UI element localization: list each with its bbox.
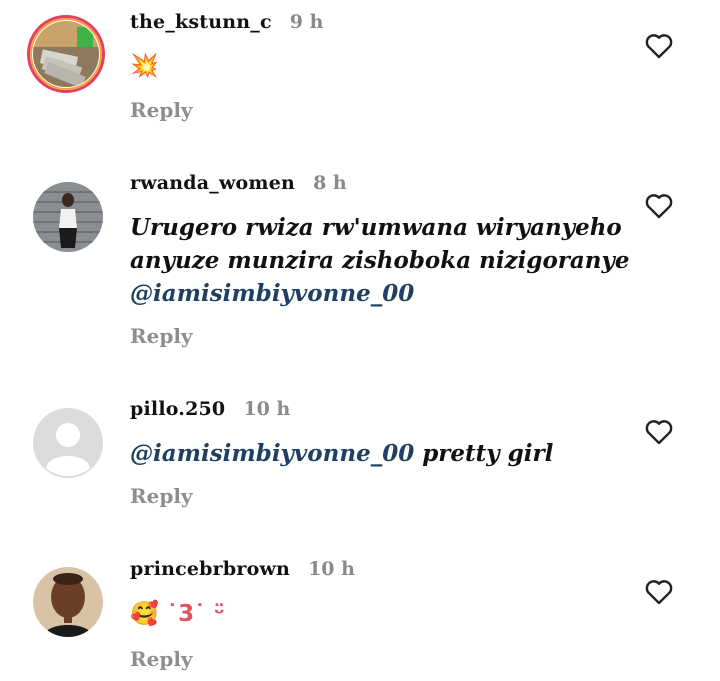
reply-button[interactable]: Reply bbox=[130, 98, 193, 122]
reply-button[interactable]: Reply bbox=[130, 647, 193, 671]
avatar-photo bbox=[33, 182, 103, 252]
reply-button[interactable]: Reply bbox=[130, 324, 193, 348]
timestamp: 10 h bbox=[308, 558, 355, 580]
comment-text-line: anyuze munzira zishoboka nizigoranye bbox=[130, 247, 630, 274]
comment-item: the_kstunn_c 9 h 💥 Reply bbox=[0, 0, 720, 150]
comment-meta: pillo.250 10 h bbox=[130, 398, 290, 420]
username[interactable]: rwanda_women bbox=[130, 172, 295, 194]
reply-button[interactable]: Reply bbox=[130, 484, 193, 508]
comment-text: 💥 bbox=[130, 53, 159, 79]
username[interactable]: princebrbrown bbox=[130, 558, 290, 580]
username[interactable]: the_kstunn_c bbox=[130, 11, 272, 33]
comment-text-content: pretty girl bbox=[414, 440, 554, 467]
avatar[interactable] bbox=[27, 15, 105, 93]
heart-outline-icon[interactable] bbox=[642, 414, 676, 448]
username[interactable]: pillo.250 bbox=[130, 398, 225, 420]
comment-text: 🥰 ˙3˙ ᵕ̈ bbox=[130, 601, 225, 627]
timestamp: 10 h bbox=[243, 398, 291, 420]
comment-text: Urugero rwiza rw'umwana wiryanyeho anyuz… bbox=[130, 211, 630, 310]
timestamp: 8 h bbox=[313, 172, 347, 194]
comment-meta: rwanda_women 8 h bbox=[130, 172, 347, 194]
heart-outline-icon[interactable] bbox=[642, 574, 676, 608]
heart-outline-icon[interactable] bbox=[642, 188, 676, 222]
avatar[interactable] bbox=[33, 408, 103, 478]
mention-link[interactable]: @iamisimbiyvonne_00 bbox=[130, 277, 630, 310]
comment-meta: the_kstunn_c 9 h bbox=[130, 11, 323, 33]
heart-outline-icon[interactable] bbox=[642, 28, 676, 62]
mention-link[interactable]: @iamisimbiyvonne_00 bbox=[130, 440, 414, 467]
comment-text-line: Urugero rwiza rw'umwana wiryanyeho bbox=[130, 214, 622, 241]
avatar[interactable] bbox=[33, 567, 103, 637]
default-avatar-icon bbox=[34, 409, 102, 477]
comment-meta: princebrbrown 10 h bbox=[130, 558, 355, 580]
comment-text: @iamisimbiyvonne_00 pretty girl bbox=[130, 437, 553, 470]
avatar[interactable] bbox=[33, 182, 103, 252]
avatar-photo bbox=[33, 21, 99, 87]
avatar-photo bbox=[33, 567, 103, 637]
timestamp: 9 h bbox=[289, 11, 324, 33]
